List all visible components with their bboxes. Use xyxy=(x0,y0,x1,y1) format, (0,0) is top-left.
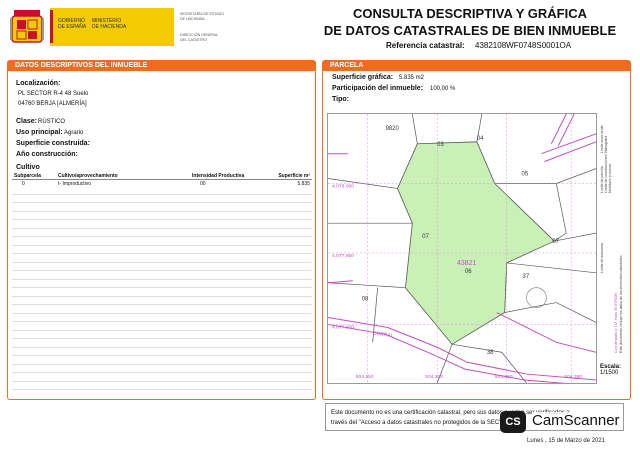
map-label: 07 xyxy=(552,239,559,245)
col-intensidad: Intensidad Productiva xyxy=(190,172,264,180)
legend-item: Límite de manzana xyxy=(600,243,604,273)
parcel-id-label: 43821 xyxy=(457,260,476,267)
coord-label: 4.077.900 xyxy=(332,324,354,330)
legend-item: Mobiliario y aceras xyxy=(608,164,612,193)
loc-line2: 04760 BERJA [ALMERÍA] xyxy=(18,101,87,107)
clase-value: RÚSTICO xyxy=(38,119,65,125)
ref-value: 4382108WF0748S0001OA xyxy=(475,41,572,50)
section-header: DATOS DESCRIPTIVOS DEL INMUEBLE xyxy=(7,60,316,71)
anio-label: Año construcción: xyxy=(16,151,78,158)
superficie-construida-label: Superficie construida: xyxy=(16,140,90,147)
loc-line1: PL SECTOR R-4 48 Suelo xyxy=(18,91,89,97)
camscanner-icon: CS xyxy=(500,411,526,433)
sup-grafica-value: 5.835 m2 xyxy=(399,75,425,81)
ministry-label: MINISTERIO DE HACIENDA xyxy=(92,18,127,30)
ref-label: Referencia catastral: xyxy=(386,41,465,50)
empty-table-rows xyxy=(12,186,312,390)
map-scale: Escala: 1/1500 xyxy=(600,364,622,376)
uso-value: Agrario xyxy=(64,130,84,136)
direccion-label: DIRECCIÓN GENERAL DEL CATASTRO xyxy=(180,33,219,42)
uso-label: Uso principal: xyxy=(16,129,63,136)
cadastral-map[interactable]: 9820 04 03 05 07 07 06 37 08 38 43821 4.… xyxy=(327,113,597,387)
document-date: Lunes , 15 de Marzo de 2021 xyxy=(527,438,606,444)
coord-label: 4.077.950 xyxy=(332,253,354,259)
map-label: 05 xyxy=(522,172,529,178)
side-note-2: Este documento incluye los datos de los … xyxy=(619,255,623,353)
map-label: 06 xyxy=(465,269,472,275)
map-label: 38 xyxy=(487,350,494,356)
cultivo-table: Subparcela Cultivo/aprovechamiento Inten… xyxy=(12,172,312,187)
coord-label: 504.250 xyxy=(356,374,374,380)
participacion-value: 100,00 % xyxy=(430,86,456,92)
map-label: 9820 xyxy=(386,126,400,132)
map-label: 37 xyxy=(523,274,530,280)
section-header-parcela: PARCELA xyxy=(322,60,631,71)
page-title: CONSULTA DESCRIPTIVA Y GRÁFICA DE DATOS … xyxy=(323,6,617,38)
coord-label: 504.390 xyxy=(564,374,582,380)
camscanner-label: CamScanner xyxy=(532,412,620,429)
coord-label: 504.300 xyxy=(425,374,443,380)
map-legend: Límite de parcela Límite de construccion… xyxy=(598,113,628,384)
map-label: 04 xyxy=(477,136,484,142)
participacion-label: Participación del inmueble: xyxy=(332,85,424,92)
coord-label: 504.350 xyxy=(495,374,513,380)
col-cultivo: Cultivo/aprovechamiento xyxy=(56,172,190,180)
legend-item: Hidrografía xyxy=(604,136,608,153)
sup-grafica-label: Superficie gráfica: xyxy=(332,74,394,81)
map-label: 03 xyxy=(437,142,444,148)
clase-label: Clase: xyxy=(16,118,38,125)
tipo-label: Tipo: xyxy=(332,96,349,103)
secretaria-label: SECRETARÍA DE ESTADO DE HACIENDA xyxy=(180,12,224,21)
table-header-row: Subparcela Cultivo/aprovechamiento Inten… xyxy=(12,172,312,180)
camscanner-watermark: CS CamScanner xyxy=(500,411,624,433)
map-label: 08 xyxy=(362,297,369,303)
coord-label: 4.078.000 xyxy=(332,183,354,189)
col-subparcela: Subparcela xyxy=(12,172,56,180)
map-label: 07 xyxy=(422,234,429,240)
cultivo-title: Cultivo xyxy=(16,164,40,171)
localizacion-label: Localización: xyxy=(16,80,61,87)
side-note: Coordenadas U.T.M. Huso 30 ETRS89 xyxy=(614,293,618,353)
col-superficie: Superficie m² xyxy=(264,172,312,180)
coat-of-arms-icon xyxy=(10,8,44,48)
gov-label: GOBIERNO DE ESPAÑA xyxy=(58,18,87,30)
